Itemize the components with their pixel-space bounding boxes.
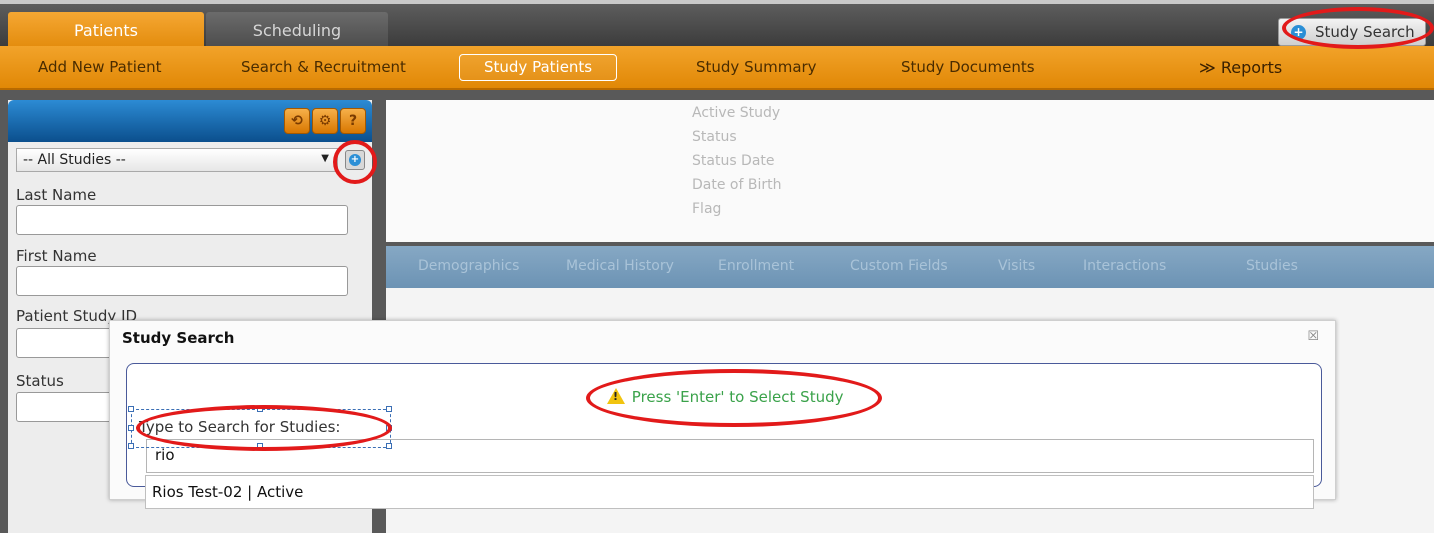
- refresh-icon[interactable]: ⟲: [284, 108, 310, 134]
- tab-visits[interactable]: Visits: [998, 258, 1035, 274]
- tab-scheduling[interactable]: Scheduling: [206, 12, 388, 50]
- dropdown-arrow-icon: ▼: [321, 153, 329, 164]
- info-active-study: Active Study: [692, 105, 781, 121]
- tab-enrollment[interactable]: Enrollment: [718, 258, 794, 274]
- annotation-ellipse: [333, 140, 377, 184]
- patient-info-summary: Active Study Status Status Date Date of …: [386, 100, 1434, 242]
- status-label: Status: [16, 372, 64, 390]
- resize-handle[interactable]: [386, 406, 392, 412]
- annotation-ellipse: [1282, 7, 1434, 49]
- nav-study-documents[interactable]: Study Documents: [901, 58, 1035, 76]
- resize-handle[interactable]: [128, 406, 134, 412]
- resize-handle[interactable]: [386, 443, 392, 449]
- nav-add-new-patient[interactable]: Add New Patient: [38, 58, 162, 76]
- nav-search-recruitment[interactable]: Search & Recruitment: [241, 58, 406, 76]
- patient-detail-tabs: Demographics Medical History Enrollment …: [386, 246, 1434, 288]
- tab-medical-history[interactable]: Medical History: [566, 258, 674, 274]
- info-status-date: Status Date: [692, 153, 775, 169]
- tab-custom-fields[interactable]: Custom Fields: [850, 258, 948, 274]
- tab-demographics[interactable]: Demographics: [418, 258, 519, 274]
- first-name-label: First Name: [16, 247, 97, 265]
- first-name-input[interactable]: [16, 266, 348, 296]
- nav-reports[interactable]: ≫ Reports: [1199, 58, 1282, 77]
- app-window: Patients Scheduling + Study Search Add N…: [0, 0, 1434, 533]
- annotation-ellipse: [136, 405, 392, 451]
- double-chevron-icon: ≫: [1199, 58, 1216, 77]
- tab-interactions[interactable]: Interactions: [1083, 258, 1166, 274]
- main-nav: Add New Patient Search & Recruitment Stu…: [0, 46, 1434, 90]
- last-name-label: Last Name: [16, 186, 97, 204]
- last-name-input[interactable]: [16, 205, 348, 235]
- study-select-value: -- All Studies --: [23, 152, 126, 168]
- annotation-ellipse: [586, 369, 882, 427]
- tab-patients[interactable]: Patients: [8, 12, 204, 50]
- nav-reports-label: Reports: [1220, 58, 1283, 77]
- resize-handle[interactable]: [128, 425, 134, 431]
- study-suggestion-item[interactable]: Rios Test-02 | Active: [145, 475, 1314, 509]
- close-icon[interactable]: ☒: [1307, 329, 1319, 344]
- top-tab-bar: Patients Scheduling + Study Search: [0, 0, 1434, 50]
- info-flag: Flag: [692, 201, 722, 217]
- study-select[interactable]: -- All Studies -- ▼: [16, 148, 338, 172]
- tab-studies[interactable]: Studies: [1246, 258, 1298, 274]
- dialog-title: Study Search: [122, 329, 235, 347]
- panel-header: ⟲ ⚙ ?: [8, 100, 372, 142]
- info-date-of-birth: Date of Birth: [692, 177, 782, 193]
- resize-handle[interactable]: [128, 443, 134, 449]
- nav-study-patients[interactable]: Study Patients: [459, 54, 618, 81]
- help-icon[interactable]: ?: [340, 108, 366, 134]
- nav-study-summary[interactable]: Study Summary: [696, 58, 817, 76]
- settings-icon[interactable]: ⚙: [312, 108, 338, 134]
- info-status: Status: [692, 129, 737, 145]
